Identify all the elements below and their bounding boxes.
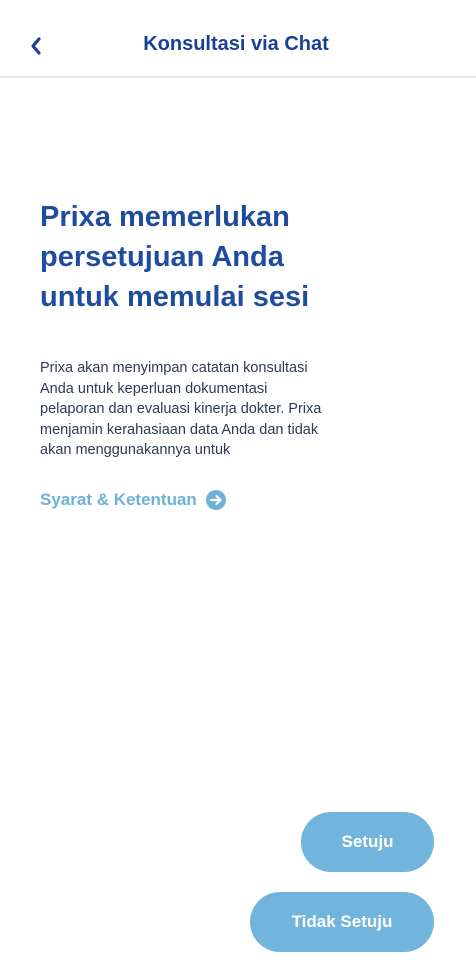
headline-line: untuk memulai sesi	[40, 281, 310, 313]
arrow-right-circle-icon	[205, 490, 226, 510]
headline-line: Prixa memerlukan	[40, 201, 290, 233]
app-header: Konsultasi via Chat	[0, 0, 476, 78]
terms-link-label: Syarat & Ketentuan	[40, 490, 197, 509]
page-title: Konsultasi via Chat	[143, 33, 329, 55]
description-line: Prixa akan menyimpan catatan konsultasi	[40, 360, 308, 376]
description-line: akan menggunakannya untuk	[40, 442, 231, 458]
description-line: pelaporan dan evaluasi kinerja dokter. P…	[40, 401, 322, 417]
terms-link[interactable]: Syarat & Ketentuan	[40, 490, 226, 510]
consent-description: Prixa akan menyimpan catatan konsultasi …	[40, 358, 360, 461]
disagree-button[interactable]: Tidak Setuju	[250, 892, 434, 952]
description-line: Anda untuk keperluan dokumentasi	[40, 380, 268, 397]
agree-button[interactable]: Setuju	[301, 812, 434, 872]
headline-line: persetujuan Anda	[40, 241, 284, 273]
consent-headline: Prixa memerlukan persetujuan Anda untuk …	[40, 197, 440, 317]
description-line: menjamin kerahasiaan data Anda dan tidak	[40, 421, 319, 438]
